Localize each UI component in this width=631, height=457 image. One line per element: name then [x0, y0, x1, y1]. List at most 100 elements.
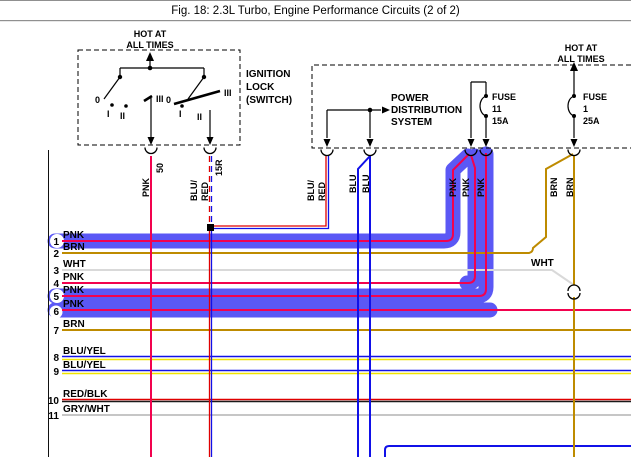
- row-number: 9: [53, 367, 59, 378]
- pds-label: SYSTEM: [391, 117, 432, 128]
- row-number: 6: [53, 307, 59, 318]
- fuse-11[interactable]: FUSE 11 15A: [471, 82, 516, 138]
- wire-row-5-pnk[interactable]: [62, 153, 486, 296]
- fuse-id: 1: [583, 104, 588, 114]
- row-label: BLU/YEL: [63, 346, 106, 357]
- row-label: BLU/YEL: [63, 360, 106, 371]
- fuse-id: 11: [492, 104, 502, 114]
- row-label: PNK: [63, 272, 85, 283]
- row-number: 4: [53, 279, 59, 290]
- pds-feed-lines: [327, 110, 381, 138]
- fuse-terminal-dot: [484, 94, 488, 98]
- connector-arc: [204, 148, 216, 154]
- power-wire-labels: BLU/ RED BLU BLU PNK PNK PNK BRN BRN: [306, 175, 575, 202]
- wire-color-red-label: RED: [200, 181, 210, 201]
- pos-ii-label: II: [120, 111, 125, 121]
- wiring-diagram-viewer: Fig. 18: 2.3L Turbo, Engine Performance …: [0, 0, 631, 457]
- row-label: PNK: [63, 230, 85, 241]
- row-number: 11: [48, 411, 59, 422]
- wire-color-blu-label: BLU/: [189, 180, 199, 201]
- hot-at-label: HOT AT: [565, 43, 598, 53]
- highlight-band[interactable]: [55, 154, 490, 310]
- row-label: BRN: [63, 319, 85, 330]
- highlight-row5-to-fuse11[interactable]: [55, 154, 486, 296]
- row-number: 10: [48, 396, 60, 407]
- pos-i-label: I: [179, 109, 182, 119]
- junction-dot: [368, 108, 373, 113]
- switch-bus: [120, 68, 204, 75]
- pos-iii-label: III: [224, 88, 232, 98]
- wiring-diagram-canvas[interactable]: 1 PNK 2 BRN 3 WHT 4 PNK 5 PNK 6 PNK 7 BR…: [0, 0, 631, 457]
- left-switch-arm: [104, 77, 120, 99]
- row-number: 8: [53, 353, 59, 364]
- wire-color-pnk-label: PNK: [141, 177, 151, 197]
- up-arrow: [146, 52, 154, 61]
- wire-color-red-label: RED: [317, 181, 327, 201]
- wire-color-brn-label: BRN: [549, 178, 559, 198]
- wire-color-pnk-label: PNK: [476, 177, 486, 197]
- fuse-name: FUSE: [583, 92, 607, 102]
- connector-arc: [145, 148, 157, 154]
- wire-row-4-pnk[interactable]: [62, 155, 475, 283]
- row-label: PNK: [63, 285, 85, 296]
- wire-color-blu-label: BLU/: [306, 180, 316, 201]
- inline-connector: [568, 285, 580, 299]
- down-arrow: [148, 137, 155, 145]
- pds-label: DISTRIBUTION: [391, 105, 462, 116]
- pos-0-label: 0: [166, 95, 171, 105]
- row-number: 7: [53, 326, 59, 337]
- wire-color-pnk-label: PNK: [448, 177, 458, 197]
- power-distribution-box[interactable]: POWER DISTRIBUTION SYSTEM FUSE 11 15A HO…: [312, 43, 631, 156]
- fuse-terminal-dot: [484, 114, 488, 118]
- wire-color-blu-label: BLU: [361, 175, 371, 194]
- row-label: PNK: [63, 299, 85, 310]
- fuse-element: [480, 96, 486, 116]
- row-number: 3: [53, 266, 59, 277]
- right-arrow: [382, 107, 390, 114]
- hot-at-label: HOT AT: [134, 29, 167, 39]
- wire-row-10-red-blk[interactable]: [62, 400, 631, 402]
- pos-ii-label: II: [197, 112, 202, 122]
- component-name: IGNITION: [246, 69, 290, 80]
- contact-dot-ii: [124, 104, 128, 108]
- wire-row-9-blu-yel[interactable]: [62, 371, 631, 374]
- highlight-row4-riser[interactable]: [467, 156, 475, 283]
- all-times-label: ALL TIMES: [557, 54, 604, 64]
- down-arrows: [324, 139, 578, 147]
- contact-dot-i: [110, 103, 114, 107]
- row-numbers-and-labels: 1 PNK 2 BRN 3 WHT 4 PNK 5 PNK 6 PNK 7 BR…: [48, 230, 110, 422]
- row-number: 2: [53, 249, 59, 260]
- pos-iii-label: III: [156, 94, 164, 104]
- terminal-50-label: 50: [155, 163, 165, 173]
- down-arrow: [207, 137, 214, 145]
- component-name: (SWITCH): [246, 95, 292, 106]
- wire-color-pnk-label: PNK: [461, 177, 471, 197]
- pos-0-label: 0: [95, 95, 100, 105]
- all-times-label: ALL TIMES: [126, 40, 173, 50]
- fuse-terminal-dot: [572, 114, 576, 118]
- wire-row-8-blu-yel[interactable]: [62, 357, 631, 360]
- fuse-element: [568, 96, 574, 116]
- row-number: 1: [53, 237, 59, 248]
- row-label: WHT: [63, 259, 86, 270]
- fuse-rating: 15A: [492, 116, 509, 126]
- ignition-lock-switch[interactable]: HOT AT ALL TIMES 0 I II III 0 I I: [78, 29, 292, 154]
- pds-label: POWER: [391, 93, 430, 104]
- row-number: 5: [53, 292, 59, 303]
- wire-color-blu-label: BLU: [348, 175, 358, 194]
- row-label: BRN: [63, 242, 85, 253]
- right-switch-arm-closed: [174, 91, 220, 104]
- row-label: GRY/WHT: [63, 404, 110, 415]
- terminal-15r-label: 15R: [214, 159, 224, 176]
- row-label: RED/BLK: [63, 389, 108, 400]
- component-name: LOCK: [246, 82, 275, 93]
- junction-dot: [207, 224, 214, 231]
- wire-color-brn-label: BRN: [565, 178, 575, 198]
- wht-right-label: WHT: [531, 258, 554, 269]
- wire-bottom-blu[interactable]: [385, 446, 631, 457]
- fuse-terminal-dot: [572, 94, 576, 98]
- fuse-rating: 25A: [583, 116, 600, 126]
- fuse-1[interactable]: HOT AT ALL TIMES FUSE 1 25A: [557, 43, 607, 138]
- contact-dot-i: [180, 104, 184, 108]
- fuse-name: FUSE: [492, 92, 516, 102]
